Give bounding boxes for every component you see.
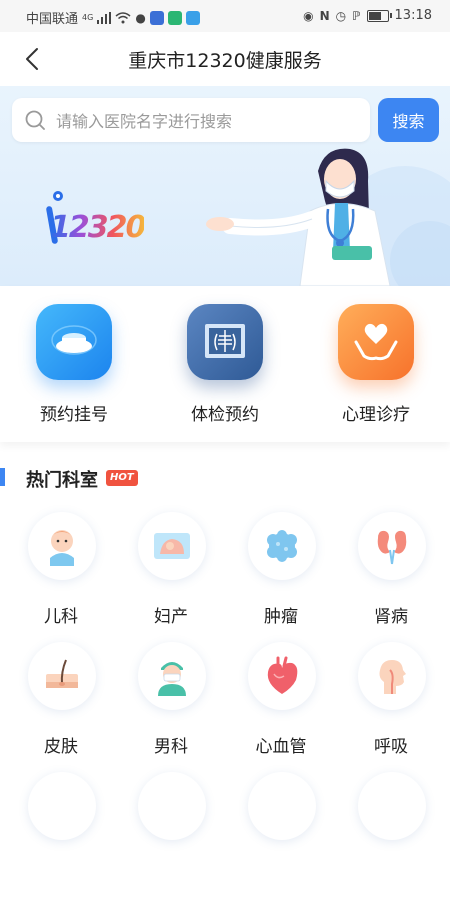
dept-label: 男科 — [154, 737, 188, 757]
status-bar: 中国联通 4G ● ◉ N ◷ ℙ 13:18 — [0, 0, 450, 32]
heart-hands-icon — [338, 304, 414, 380]
alarm-icon: ◷ — [335, 8, 347, 23]
dept-label: 肾病 — [374, 607, 408, 627]
dept-icon-wrap — [28, 642, 96, 710]
app-notification-icon — [149, 10, 164, 25]
battery-icon — [366, 9, 392, 22]
dept-obstetrics[interactable]: 妇产 — [116, 512, 226, 642]
dept-more-2[interactable] — [116, 772, 226, 902]
eye-icon: ◉ — [303, 8, 314, 23]
service-label: 体检预约 — [191, 405, 259, 425]
hero-banner: 搜索 12320 — [0, 86, 450, 286]
dept-label: 妇产 — [154, 607, 188, 627]
dept-icon-wrap — [138, 642, 206, 710]
baby-icon — [50, 530, 74, 566]
dept-icon-wrap — [138, 512, 206, 580]
carrier-label: 中国联通 — [26, 12, 79, 27]
app-notification-icon-2 — [167, 10, 182, 25]
signal-icon — [97, 11, 112, 24]
dept-nephrology[interactable]: 肾病 — [336, 512, 446, 642]
tumor-icon — [267, 530, 297, 562]
registration-icon — [36, 304, 112, 380]
status-right: ◉ N ◷ ℙ 13:18 — [303, 8, 432, 23]
dept-label: 肿瘤 — [264, 607, 298, 627]
dept-icon-wrap — [248, 512, 316, 580]
status-left: 中国联通 4G ● — [26, 8, 200, 27]
dept-icon-wrap — [358, 772, 426, 840]
service-psychology[interactable]: 心理诊疗 — [316, 304, 436, 434]
search-input[interactable] — [54, 98, 358, 144]
dept-icon-wrap — [28, 772, 96, 840]
dept-pediatrics[interactable]: 儿科 — [6, 512, 116, 642]
dept-dermatology[interactable]: 皮肤 — [6, 642, 116, 772]
dept-icon-wrap — [248, 772, 316, 840]
section-header: 热门科室 HOT — [0, 462, 450, 492]
nfc-icon: N — [319, 8, 330, 23]
send-icon — [185, 10, 200, 25]
dept-icon-wrap — [358, 642, 426, 710]
dept-icon-wrap — [138, 772, 206, 840]
doctor-illustration — [206, 148, 450, 286]
service-label: 预约挂号 — [40, 405, 108, 425]
clock: 13:18 — [394, 8, 432, 23]
section-accent-bar — [0, 468, 5, 486]
dept-cardiology[interactable]: 心血管 — [226, 642, 336, 772]
dept-label: 皮肤 — [44, 737, 78, 757]
quick-services: 预约挂号 体检预约 心理诊疗 — [0, 286, 450, 442]
ultrasound-icon — [154, 533, 190, 559]
hot-badge: HOT — [106, 470, 138, 486]
wechat-icon: ● — [135, 10, 146, 25]
dept-icon-wrap — [248, 642, 316, 710]
service-registration[interactable]: 预约挂号 — [14, 304, 134, 434]
heart-icon — [267, 656, 298, 694]
dept-label: 儿科 — [44, 607, 78, 627]
dept-icon-wrap — [358, 512, 426, 580]
search-button[interactable]: 搜索 — [378, 98, 439, 142]
male-doctor-icon — [158, 662, 186, 696]
network-type: 4G — [82, 12, 94, 22]
nav-bar: 重庆市12320健康服务 — [0, 32, 450, 86]
logo-text: 12320 — [50, 210, 146, 245]
xray-icon — [187, 304, 263, 380]
kidney-icon — [377, 530, 407, 565]
service-checkup[interactable]: 体检预约 — [165, 304, 285, 434]
page-title: 重庆市12320健康服务 — [128, 50, 322, 72]
dept-label: 呼吸 — [374, 737, 408, 757]
dept-more-4[interactable] — [336, 772, 446, 902]
dept-oncology[interactable]: 肿瘤 — [226, 512, 336, 642]
wifi-icon — [115, 11, 131, 23]
dept-icon-wrap — [28, 512, 96, 580]
skin-icon — [46, 659, 78, 688]
dept-andrology[interactable]: 男科 — [116, 642, 226, 772]
dept-more-1[interactable] — [6, 772, 116, 902]
respiratory-icon — [379, 660, 406, 694]
search-icon — [25, 110, 45, 130]
dept-label: 心血管 — [255, 737, 307, 757]
dept-more-3[interactable] — [226, 772, 336, 902]
section-title: 热门科室 — [26, 470, 98, 491]
dept-respiratory[interactable]: 呼吸 — [336, 642, 446, 772]
search-box[interactable] — [12, 98, 370, 144]
bluetooth-icon: ℙ — [352, 8, 361, 23]
service-label: 心理诊疗 — [342, 405, 410, 425]
